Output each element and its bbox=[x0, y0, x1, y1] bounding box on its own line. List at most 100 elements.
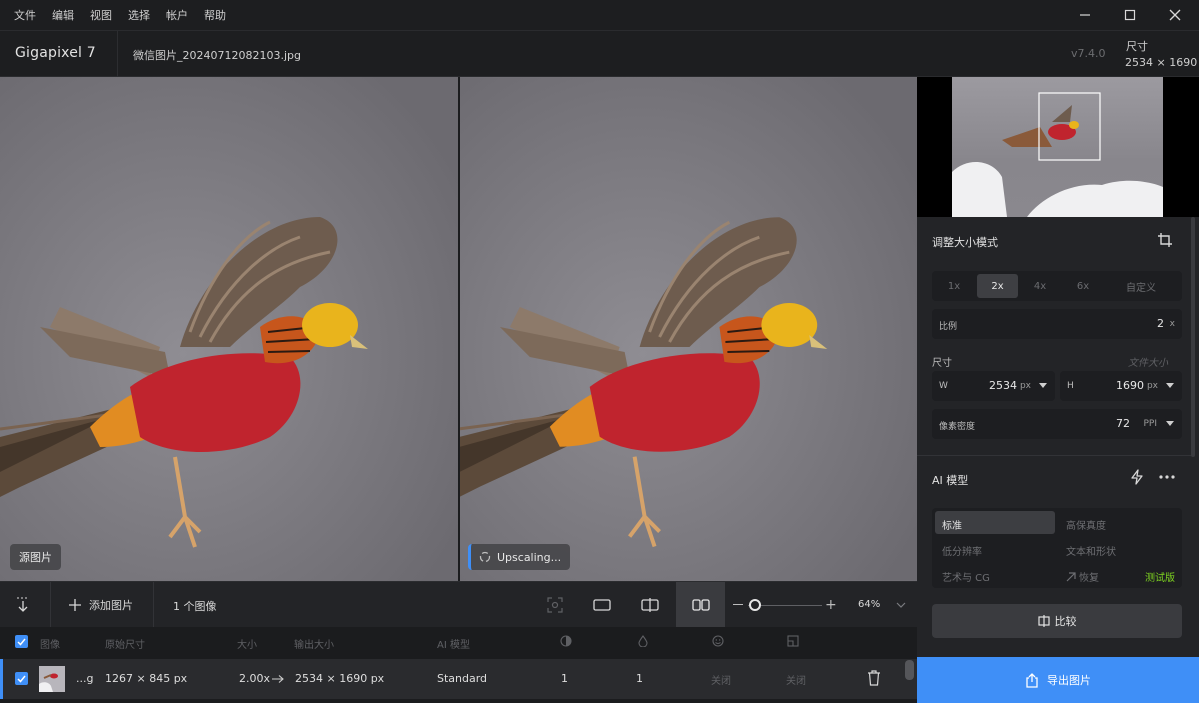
maximize-icon bbox=[1124, 9, 1136, 21]
navigator-preview[interactable] bbox=[917, 77, 1199, 217]
export-button[interactable]: 导出图片 bbox=[917, 657, 1199, 703]
width-value[interactable]: 2534 bbox=[989, 379, 1017, 392]
panel-scrollbar[interactable] bbox=[1191, 217, 1195, 457]
col-header-scale: 大小 bbox=[237, 640, 257, 651]
pixel-density-unit: PPI bbox=[1143, 419, 1157, 429]
compression-column-icon bbox=[787, 635, 799, 647]
col-header-original-size: 原始尺寸 bbox=[105, 640, 145, 651]
more-options-button[interactable] bbox=[1158, 469, 1176, 488]
scale-option-2x[interactable]: 2x bbox=[977, 274, 1018, 298]
scale-option-1x[interactable]: 1x bbox=[932, 274, 976, 298]
select-all-checkbox[interactable] bbox=[15, 635, 28, 648]
height-unit-dropdown-icon[interactable] bbox=[1166, 383, 1174, 389]
row-face-recovery-value: 关闭 bbox=[711, 676, 731, 687]
zoom-out-button[interactable] bbox=[733, 604, 743, 605]
minimize-button[interactable] bbox=[1062, 0, 1108, 30]
row-scale: 2.00x bbox=[239, 672, 271, 685]
minimize-icon bbox=[1080, 14, 1090, 16]
split-view-icon bbox=[641, 598, 659, 612]
split-view-button[interactable] bbox=[627, 582, 673, 628]
height-label: H bbox=[1067, 381, 1074, 391]
focus-view-button[interactable] bbox=[532, 582, 578, 628]
image-count: 1 个图像 bbox=[173, 600, 217, 613]
menu-account[interactable]: 帐户 bbox=[166, 7, 188, 23]
side-by-side-view-button[interactable] bbox=[676, 582, 725, 628]
table-row[interactable]: ...g 1267 × 845 px 2.00x 2534 × 1690 px … bbox=[0, 659, 917, 699]
row-selected-indicator bbox=[0, 659, 3, 699]
row-sharpen-value: 1 bbox=[636, 672, 643, 685]
navigator-thumbnail bbox=[952, 77, 1163, 217]
menu-help[interactable]: 帮助 bbox=[204, 7, 226, 23]
ratio-field[interactable]: 比例 2 x bbox=[932, 309, 1182, 339]
ratio-value[interactable]: 2 bbox=[1157, 317, 1164, 330]
row-checkbox[interactable] bbox=[15, 672, 28, 685]
table-scrollbar[interactable] bbox=[905, 660, 914, 680]
scale-option-custom[interactable]: 自定义 bbox=[1104, 274, 1178, 298]
model-option-standard[interactable]: 标准 bbox=[942, 517, 962, 532]
width-unit-dropdown-icon[interactable] bbox=[1039, 383, 1047, 389]
height-value[interactable]: 1690 bbox=[1116, 379, 1144, 392]
ai-model-selector: 标准 高保真度 低分辨率 文本和形状 艺术与 CG 恢复 测试版 bbox=[932, 508, 1182, 588]
upscaling-badge: Upscaling... bbox=[468, 544, 571, 570]
compare-icon bbox=[1037, 615, 1050, 627]
zoom-dropdown-icon[interactable] bbox=[896, 602, 906, 608]
bottom-toolbar: 添加图片 1 个图像 + 64% bbox=[0, 581, 917, 628]
side-by-side-icon bbox=[691, 599, 710, 611]
original-image-pane[interactable] bbox=[0, 77, 458, 581]
compare-button[interactable]: 比较 bbox=[932, 604, 1182, 638]
scale-option-4x[interactable]: 4x bbox=[1018, 274, 1062, 298]
model-option-low-resolution[interactable]: 低分辨率 bbox=[942, 543, 982, 558]
pixel-density-field[interactable]: 像素密度 72 PPI bbox=[932, 409, 1182, 439]
header-bar: Gigapixel 7 微信图片_20240712082103.jpg v7.4… bbox=[0, 30, 1199, 77]
model-option-text-shapes[interactable]: 文本和形状 bbox=[1066, 543, 1116, 558]
menu-edit[interactable]: 编辑 bbox=[52, 7, 74, 23]
model-option-recovery[interactable]: 恢复 bbox=[1066, 569, 1099, 584]
row-ai-model: Standard bbox=[437, 672, 488, 685]
density-unit-dropdown-icon[interactable] bbox=[1166, 421, 1174, 427]
height-field[interactable]: H 1690 px bbox=[1060, 371, 1182, 401]
crop-button[interactable] bbox=[1157, 232, 1173, 251]
app-title: Gigapixel 7 bbox=[15, 45, 96, 61]
row-file-name: ...g bbox=[76, 672, 94, 685]
maximize-button[interactable] bbox=[1107, 0, 1153, 30]
delete-row-button[interactable] bbox=[867, 670, 881, 689]
row-output-size: 2534 × 1690 px bbox=[295, 672, 385, 685]
single-view-button[interactable] bbox=[579, 582, 625, 628]
dimension-label: 尺寸 bbox=[932, 358, 952, 369]
zoom-slider-thumb[interactable] bbox=[749, 599, 761, 611]
auto-model-button[interactable] bbox=[1129, 469, 1145, 488]
toolbar-separator bbox=[50, 582, 51, 628]
width-field[interactable]: W 2534 px bbox=[932, 371, 1055, 401]
scale-option-6x[interactable]: 6x bbox=[1062, 274, 1104, 298]
version-label: v7.4.0 bbox=[1071, 47, 1106, 60]
menu-view[interactable]: 视图 bbox=[90, 7, 112, 23]
crop-icon bbox=[1158, 233, 1172, 247]
file-size-link[interactable]: 文件大小 bbox=[1128, 354, 1168, 369]
compare-label: 比较 bbox=[1054, 615, 1077, 628]
row-denoise-value: 1 bbox=[561, 672, 568, 685]
beta-badge: 测试版 bbox=[1145, 573, 1175, 584]
width-label: W bbox=[939, 381, 948, 391]
close-button[interactable] bbox=[1152, 0, 1198, 30]
pixel-density-value[interactable]: 72 bbox=[1116, 417, 1130, 430]
trash-icon bbox=[868, 670, 880, 686]
upscaling-label: Upscaling... bbox=[497, 550, 562, 564]
model-option-high-fidelity[interactable]: 高保真度 bbox=[1066, 517, 1106, 532]
navigator-image bbox=[952, 92, 1163, 217]
recovery-icon bbox=[1066, 572, 1076, 582]
menu-file[interactable]: 文件 bbox=[14, 7, 36, 23]
lightning-icon bbox=[1131, 469, 1143, 485]
spinner-icon bbox=[479, 551, 491, 563]
scale-selector: 1x 2x 4x 6x 自定义 bbox=[932, 271, 1182, 301]
checkmark-icon bbox=[17, 675, 26, 683]
zoom-in-button[interactable]: + bbox=[825, 598, 837, 612]
model-option-art-cg[interactable]: 艺术与 CG bbox=[942, 569, 990, 584]
import-button[interactable] bbox=[0, 582, 46, 628]
import-arrow-icon bbox=[17, 597, 29, 612]
preview-image-pane[interactable] bbox=[460, 77, 917, 581]
menu-select[interactable]: 选择 bbox=[128, 7, 150, 23]
zoom-level[interactable]: 64% bbox=[858, 599, 880, 610]
toolbar-separator bbox=[153, 582, 154, 628]
plus-icon bbox=[69, 599, 81, 611]
add-image-button[interactable]: 添加图片 bbox=[68, 597, 133, 613]
